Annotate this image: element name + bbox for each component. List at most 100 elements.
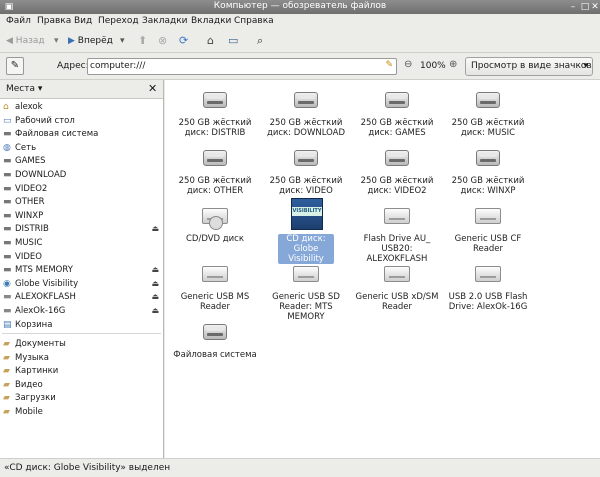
hard-drive-icon [475, 86, 501, 110]
eject-icon[interactable]: ⏏ [151, 263, 159, 277]
cd-icon: ◉ [3, 278, 11, 289]
file-item[interactable]: 250 GB жёсткий диск: VIDEO2 [351, 144, 443, 200]
usb-drive-icon [384, 260, 410, 284]
search-icon[interactable]: ⌕ [257, 33, 263, 49]
menu-tabs[interactable]: Вкладки [191, 16, 231, 26]
file-item[interactable]: Generic USB xD/SM Reader [351, 260, 443, 316]
file-item[interactable]: 250 GB жёсткий диск: OTHER [169, 144, 261, 200]
sidebar-item[interactable]: ▬ AlexOk-16G ⏏ [0, 304, 163, 318]
network-icon: ◍ [3, 142, 11, 153]
toggle-location-icon[interactable]: ✎ [6, 57, 24, 75]
menu-file[interactable]: Файл [6, 16, 31, 26]
forward-arrow-icon: ▶ [68, 36, 78, 46]
sidebar-item[interactable]: ▬ MTS MEMORY ⏏ [0, 263, 163, 277]
file-item[interactable]: Flash Drive AU_ USB20: ALEXOKFLASH [351, 202, 443, 264]
menu-bookmarks[interactable]: Закладки [142, 16, 188, 26]
drive-icon: ▬ [3, 156, 12, 167]
sidebar-item[interactable]: ▭ Рабочий стол [0, 114, 163, 128]
sidebar-item[interactable]: ▬ OTHER [0, 195, 163, 209]
file-item-label: 250 GB жёсткий диск: OTHER [178, 176, 252, 196]
bookmark-item[interactable]: ▰ Картинки [0, 364, 163, 378]
file-item[interactable]: 250 GB жёсткий диск: GAMES [351, 86, 443, 142]
file-item[interactable]: USB 2.0 USB Flash Drive: AlexOk-16G [442, 260, 534, 316]
sidebar-item[interactable]: ▬ Файловая система [0, 127, 163, 141]
menu-edit[interactable]: Правка [37, 16, 71, 26]
bookmark-item[interactable]: ▰ Документы [0, 337, 163, 351]
chevron-down-icon: ▾ [583, 61, 588, 71]
sidebar-item[interactable]: ▬ DISTRIB ⏏ [0, 222, 163, 236]
drive-icon: ▬ [3, 129, 12, 140]
zoom-out-icon[interactable]: ⊖ [404, 59, 412, 70]
forward-button[interactable]: ▶ Вперёд [68, 33, 113, 49]
sidebar-item[interactable]: ▬ DOWNLOAD [0, 168, 163, 182]
bookmark-label: Документы [15, 339, 66, 349]
file-item-label: 250 GB жёсткий диск: VIDEO [269, 176, 343, 196]
sidebar-item[interactable]: ▬ GAMES [0, 154, 163, 168]
close-sidebar-icon[interactable]: ✕ [148, 82, 157, 95]
address-label: Адрес: [57, 61, 89, 71]
file-item[interactable]: Generic USB MS Reader [169, 260, 261, 316]
back-history-dropdown[interactable]: ▾ [54, 33, 59, 49]
sidebar-item[interactable]: ▤ Корзина [0, 318, 163, 332]
sidebar-item[interactable]: ▬ ALEXOKFLASH ⏏ [0, 290, 163, 304]
back-button[interactable]: ◀ Назад [6, 33, 45, 49]
file-item[interactable]: 250 GB жёсткий диск: DOWNLOAD [260, 86, 352, 142]
sidebar-item[interactable]: ◉ Globe Visibility ⏏ [0, 277, 163, 291]
menu-help[interactable]: Справка [234, 16, 274, 26]
sidebar-item[interactable]: ▬ WINXP [0, 209, 163, 223]
file-item[interactable]: VISIBILITY CD диск: Globe Visibility [260, 198, 352, 264]
zoom-level[interactable]: 100% [420, 61, 446, 71]
title-bar: ▣ Компьютер — обозреватель файлов – □ ✕ [0, 0, 600, 14]
reload-icon[interactable]: ⟳ [179, 33, 188, 49]
sidebar-mode-select[interactable]: Места ▾ [6, 84, 42, 94]
folder-icon: ▰ [3, 407, 10, 417]
bookmark-label: Картинки [15, 366, 59, 377]
bookmark-item[interactable]: ▰ Музыка [0, 351, 163, 365]
home-icon[interactable]: ⌂ [207, 33, 214, 49]
sidebar-item[interactable]: ◍ Сеть [0, 141, 163, 155]
file-item[interactable]: Generic USB CF Reader [442, 202, 534, 258]
file-item[interactable]: Файловая система [169, 318, 261, 374]
menu-go[interactable]: Переход [98, 16, 139, 26]
bookmark-item[interactable]: ▰ Видео [0, 378, 163, 392]
clear-icon[interactable]: ✎ [385, 60, 393, 70]
hard-drive-icon [293, 86, 319, 110]
file-item[interactable]: 250 GB жёсткий диск: DISTRIB [169, 86, 261, 142]
zoom-in-icon[interactable]: ⊕ [449, 59, 457, 70]
sidebar-item-label: VIDEO [15, 251, 42, 262]
forward-history-dropdown[interactable]: ▾ [120, 33, 125, 49]
sidebar-item[interactable]: ▬ MUSIC [0, 236, 163, 250]
eject-icon[interactable]: ⏏ [151, 277, 159, 291]
file-item[interactable]: 250 GB жёсткий диск: VIDEO [260, 144, 352, 200]
usb-drive-icon [475, 260, 501, 284]
usb-icon: ▬ [3, 306, 12, 316]
sidebar-item[interactable]: ▬ VIDEO2 [0, 182, 163, 196]
eject-icon[interactable]: ⏏ [151, 304, 159, 318]
file-item[interactable]: CD/DVD диск [169, 202, 261, 258]
file-item[interactable]: Generic USB SD Reader: MTS MEMORY [260, 260, 352, 322]
sidebar-item-label: ALEXOKFLASH [15, 292, 76, 303]
file-item-label: 250 GB жёсткий диск: WINXP [451, 176, 525, 196]
bookmark-item[interactable]: ▰ Mobile [0, 405, 163, 419]
menu-bar: Файл Правка Вид Переход Закладки Вкладки… [0, 14, 600, 31]
up-icon[interactable]: ⬆ [138, 33, 147, 49]
address-input[interactable]: computer:/// ✎ [87, 58, 397, 75]
close-icon[interactable]: ✕ [590, 2, 600, 12]
bookmark-item[interactable]: ▰ Загрузки [0, 391, 163, 405]
bookmark-label: Загрузки [15, 393, 56, 404]
sidebar-item[interactable]: ▬ VIDEO [0, 250, 163, 264]
desktop-icon: ▭ [3, 115, 12, 126]
maximize-icon[interactable]: □ [580, 2, 590, 12]
eject-icon[interactable]: ⏏ [151, 290, 159, 304]
menu-view[interactable]: Вид [74, 16, 92, 26]
sidebar-item-label: Файловая система [15, 129, 99, 140]
view-mode-select[interactable]: Просмотр в виде значков ▾ [465, 57, 593, 76]
stop-icon[interactable]: ⊗ [158, 33, 167, 49]
minimize-icon[interactable]: – [568, 2, 578, 12]
computer-icon[interactable]: ▭ [228, 33, 238, 49]
sidebar-item-label: Globe Visibility [15, 278, 79, 289]
eject-icon[interactable]: ⏏ [151, 222, 159, 236]
file-item[interactable]: 250 GB жёсткий диск: WINXP [442, 144, 534, 200]
sidebar-item[interactable]: ⌂ alexok [0, 100, 163, 114]
file-item[interactable]: 250 GB жёсткий диск: MUSIC [442, 86, 534, 142]
